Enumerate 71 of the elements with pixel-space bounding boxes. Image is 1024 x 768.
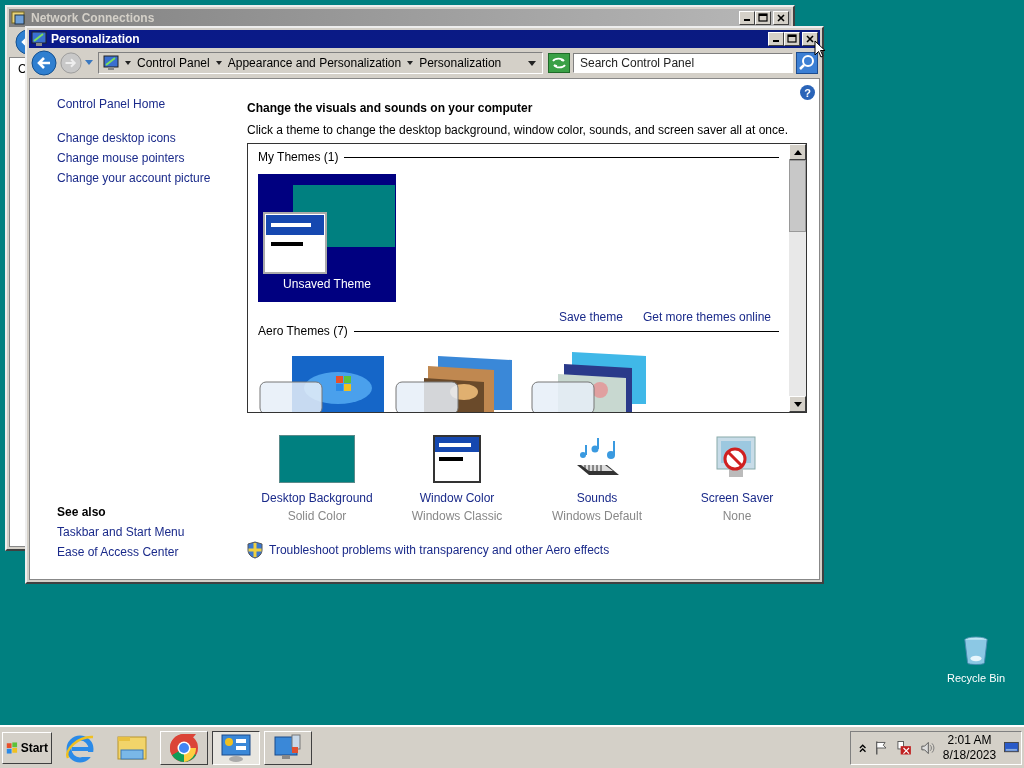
- setting-value: None: [722, 509, 752, 523]
- close-icon: [776, 13, 786, 23]
- refresh-icon[interactable]: [548, 53, 570, 73]
- address-bar[interactable]: Control Panel Appearance and Personalization Personalization: [98, 52, 543, 74]
- search-field[interactable]: Search Control Panel: [573, 53, 793, 73]
- recycle-bin-icon[interactable]: [963, 636, 989, 666]
- desktop-icon-label[interactable]: Recycle Bin: [946, 672, 1006, 684]
- caret-icon[interactable]: [407, 61, 414, 65]
- close-icon: [805, 34, 815, 44]
- group-heading: My Themes (1): [258, 150, 339, 164]
- chevron-up-icon[interactable]: [859, 742, 867, 753]
- start-button[interactable]: Start: [2, 731, 52, 764]
- clock-date[interactable]: 8/18/2023: [942, 747, 997, 763]
- down-arrow-icon[interactable]: [793, 401, 802, 407]
- sidebar-link[interactable]: Change desktop icons: [57, 131, 247, 145]
- maximize-icon: [787, 34, 797, 44]
- setting-value: Windows Classic: [411, 509, 503, 523]
- sidebar-link[interactable]: Ease of Access Center: [57, 545, 247, 559]
- clock-time[interactable]: 2:01 AM: [947, 732, 992, 748]
- windows-flag-icon: [6, 739, 19, 756]
- window-title: Personalization: [51, 32, 141, 46]
- breadcrumb-item[interactable]: Personalization: [419, 56, 502, 70]
- maximize-icon: [758, 13, 768, 23]
- search-icon[interactable]: [796, 52, 818, 74]
- theme-link[interactable]: Save theme: [558, 310, 623, 324]
- theme-tile[interactable]: Unsaved Theme: [258, 174, 396, 302]
- theme-name: Unsaved Theme: [283, 277, 371, 291]
- show-desktop-icon[interactable]: [1004, 740, 1019, 755]
- breadcrumb-item[interactable]: Appearance and Personalization: [227, 56, 402, 70]
- setting-link[interactable]: Window Color: [419, 491, 495, 505]
- minimize-icon: [773, 40, 779, 42]
- breadcrumb-item[interactable]: Control Panel: [137, 56, 210, 70]
- shield-icon: [247, 541, 263, 559]
- sidebar-link[interactable]: Change your account picture: [57, 171, 247, 185]
- up-arrow-icon[interactable]: [793, 149, 802, 155]
- minimize-button[interactable]: [768, 32, 784, 46]
- monitor-icon: [31, 31, 47, 47]
- setting-link[interactable]: Screen Saver: [700, 491, 774, 505]
- minimize-icon: [744, 19, 750, 21]
- setting-link[interactable]: Desktop Background: [261, 491, 373, 505]
- taskbar-button[interactable]: [212, 730, 260, 765]
- speaker-icon[interactable]: [920, 739, 935, 756]
- help-button[interactable]: ?: [800, 85, 815, 100]
- setting-value: Solid Color: [287, 509, 347, 523]
- section-heading: See also: [57, 505, 107, 519]
- scrollbar[interactable]: [789, 144, 806, 412]
- sidebar-link[interactable]: Taskbar and Start Menu: [57, 525, 247, 539]
- maximize-button[interactable]: [784, 32, 800, 46]
- page-heading: Change the visuals and sounds on your computer: [247, 101, 534, 115]
- monitor-icon: [103, 55, 119, 71]
- caret-icon[interactable]: [125, 61, 131, 65]
- caret-icon[interactable]: [215, 61, 222, 65]
- color-swatch-icon[interactable]: [279, 435, 355, 483]
- sidebar-link[interactable]: Control Panel Home: [57, 97, 247, 111]
- window-icon[interactable]: [433, 435, 481, 483]
- network-error-icon[interactable]: [897, 739, 912, 756]
- back-icon[interactable]: [31, 50, 57, 76]
- cursor-icon: [814, 40, 826, 58]
- setting-value: Windows Default: [551, 509, 642, 523]
- description-text: Click a theme to change the desktop background, window color, sounds, and screen saver all at once.: [247, 123, 789, 137]
- dropdown-icon[interactable]: [528, 60, 536, 66]
- group-heading: Aero Themes (7): [258, 324, 348, 338]
- browser-icon: [168, 731, 200, 764]
- window-title: Network Connections: [31, 11, 156, 25]
- network-folder-icon: [11, 10, 27, 26]
- theme-link[interactable]: Get more themes online: [642, 310, 771, 324]
- close-button[interactable]: [802, 32, 818, 46]
- setting-link[interactable]: Sounds: [576, 491, 618, 505]
- troubleshoot-link[interactable]: Troubleshoot problems with transparency and other Aero effects: [269, 543, 610, 557]
- control-panel-icon: [220, 731, 252, 764]
- sidebar-link[interactable]: Change mouse pointers: [57, 151, 247, 165]
